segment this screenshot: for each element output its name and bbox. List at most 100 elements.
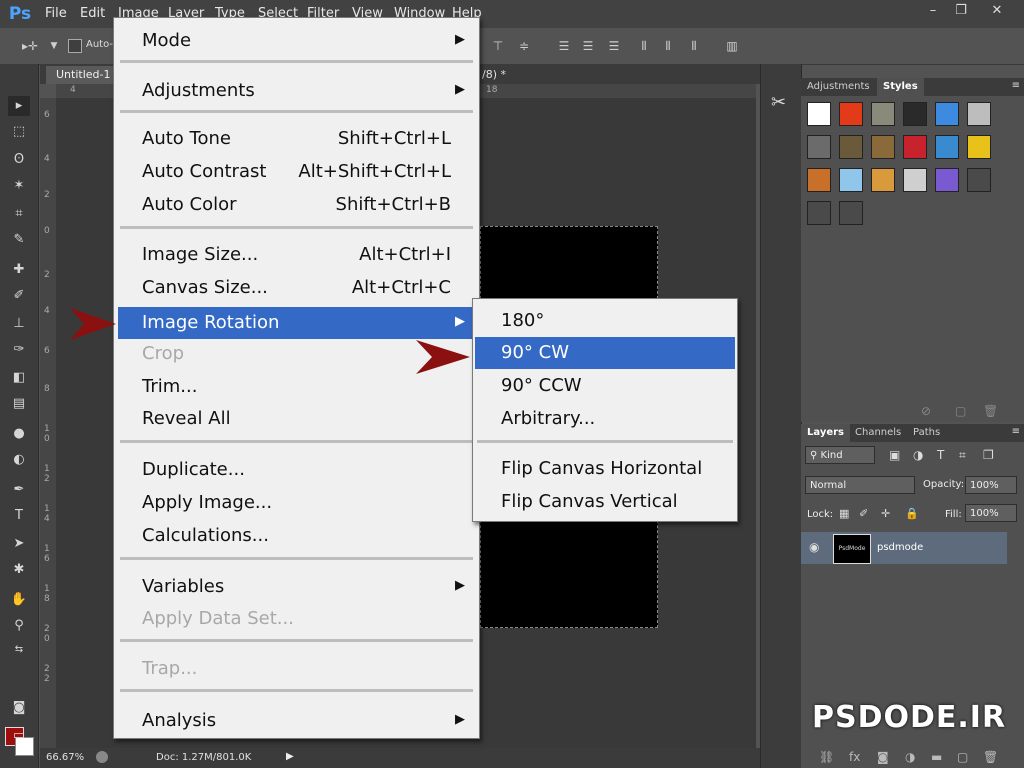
menu-item-duplicate[interactable]: Duplicate... — [118, 455, 475, 485]
shape-tool-icon[interactable]: ✱ — [8, 560, 30, 580]
fx-icon[interactable]: fx — [849, 750, 860, 764]
distribute-top-icon[interactable]: ☰ — [556, 38, 572, 54]
style-swatch[interactable] — [807, 135, 831, 159]
filter-type-icon[interactable]: T — [937, 448, 944, 462]
distribute-left-icon[interactable]: ⫴ — [636, 38, 652, 54]
eraser-tool-icon[interactable]: ◧ — [8, 368, 30, 388]
style-swatch[interactable] — [935, 135, 959, 159]
submenu-item-flip-vertical[interactable]: Flip Canvas Vertical — [475, 486, 735, 518]
close-button[interactable]: ✕ — [978, 2, 1016, 20]
eye-icon[interactable]: ◉ — [809, 540, 819, 554]
add-mask-icon[interactable]: ◙ — [877, 750, 889, 764]
tab-adjustments[interactable]: Adjustments — [801, 78, 876, 96]
dodge-tool-icon[interactable]: ◐ — [8, 450, 30, 470]
style-swatch[interactable] — [807, 201, 831, 225]
distribute-vcenter-icon[interactable]: ☰ — [580, 38, 596, 54]
align-vcenter-icon[interactable]: ≑ — [516, 38, 532, 54]
delete-layer-icon[interactable]: 🗑 — [983, 750, 998, 764]
menu-file[interactable]: File — [45, 6, 67, 21]
healing-brush-tool-icon[interactable]: ✚ — [8, 260, 30, 280]
style-swatch[interactable] — [871, 102, 895, 126]
magic-wand-tool-icon[interactable]: ✶ — [8, 176, 30, 196]
style-swatch[interactable] — [903, 102, 927, 126]
distribute-right-icon[interactable]: ⫴ — [686, 38, 702, 54]
style-swatch[interactable] — [935, 168, 959, 192]
menu-item-analysis[interactable]: Analysis ▶ — [118, 706, 475, 736]
menu-item-apply-image[interactable]: Apply Image... — [118, 488, 475, 518]
screen-mode-icon[interactable]: ▭ — [8, 726, 30, 746]
status-icon[interactable] — [96, 751, 108, 763]
swap-colors-icon[interactable]: ⇆ — [8, 640, 30, 660]
menu-item-auto-color[interactable]: Auto Color Shift+Ctrl+B — [118, 190, 475, 220]
tool-presets-icon[interactable]: ✂ — [771, 92, 786, 113]
quick-mask-icon[interactable]: ◙ — [8, 698, 30, 718]
blend-mode-select[interactable]: Normal — [805, 476, 915, 494]
tab-paths[interactable]: Paths — [907, 424, 946, 442]
fill-input[interactable]: 100% — [965, 504, 1017, 522]
panel-menu-icon[interactable]: ≡ — [1012, 426, 1020, 437]
style-swatch[interactable] — [903, 168, 927, 192]
submenu-item-90-cw[interactable]: 90° CW — [475, 337, 735, 369]
style-swatch[interactable] — [839, 102, 863, 126]
menu-item-canvas-size[interactable]: Canvas Size... Alt+Ctrl+C — [118, 273, 475, 303]
opacity-input[interactable]: 100% — [965, 476, 1017, 494]
style-swatch[interactable] — [807, 168, 831, 192]
style-swatch[interactable] — [839, 201, 863, 225]
type-tool-icon[interactable]: T — [8, 506, 30, 526]
layer-name[interactable]: psdmode — [877, 542, 923, 553]
menu-item-auto-tone[interactable]: Auto Tone Shift+Ctrl+L — [118, 124, 475, 154]
style-swatch[interactable] — [839, 135, 863, 159]
auto-select-checkbox[interactable] — [68, 39, 82, 53]
path-selection-tool-icon[interactable]: ➤ — [8, 534, 30, 554]
restore-button[interactable]: ❐ — [948, 2, 974, 20]
style-swatch[interactable] — [903, 135, 927, 159]
filter-smart-object-icon[interactable]: ❐ — [983, 448, 994, 462]
move-tool-icon[interactable]: ▸✛ — [22, 38, 38, 54]
delete-style-icon[interactable]: 🗑 — [983, 404, 998, 418]
style-swatch[interactable] — [935, 102, 959, 126]
adjustment-layer-icon[interactable]: ◑ — [905, 750, 915, 764]
crop-tool-icon[interactable]: ⌗ — [8, 204, 30, 224]
zoom-tool-icon[interactable]: ⚲ — [8, 616, 30, 636]
lock-transparency-icon[interactable]: ▦ — [839, 507, 849, 520]
gradient-tool-icon[interactable]: ▤ — [8, 394, 30, 414]
lasso-tool-icon[interactable]: ʘ — [8, 150, 30, 170]
style-swatch[interactable] — [871, 168, 895, 192]
layer-filter-select[interactable]: ⚲ Kind — [805, 446, 875, 464]
auto-align-icon[interactable]: ▥ — [724, 38, 740, 54]
minimize-button[interactable]: – — [920, 2, 946, 20]
lock-all-icon[interactable]: 🔒 — [905, 507, 919, 520]
tab-styles[interactable]: Styles — [877, 78, 924, 96]
new-style-icon[interactable]: ▢ — [955, 404, 966, 418]
new-group-icon[interactable]: ▬ — [931, 750, 942, 764]
lock-pixels-icon[interactable]: ✐ — [859, 507, 868, 520]
menu-edit[interactable]: Edit — [80, 6, 105, 21]
zoom-level[interactable]: 66.67% — [46, 752, 84, 763]
style-swatch[interactable] — [807, 102, 831, 126]
menu-item-trap[interactable]: Trap... — [118, 654, 475, 684]
submenu-item-flip-horizontal[interactable]: Flip Canvas Horizontal — [475, 453, 735, 485]
brush-tool-icon[interactable]: ✐ — [8, 286, 30, 306]
chevron-down-icon[interactable]: ▼ — [46, 38, 62, 54]
menu-item-mode[interactable]: Mode ▶ — [118, 26, 475, 56]
pen-tool-icon[interactable]: ✒ — [8, 480, 30, 500]
tab-layers[interactable]: Layers — [801, 424, 850, 442]
move-tool-icon[interactable]: ▸ — [8, 96, 30, 116]
menu-item-auto-contrast[interactable]: Auto Contrast Alt+Shift+Ctrl+L — [118, 157, 475, 187]
style-swatch[interactable] — [839, 168, 863, 192]
clear-style-icon[interactable]: ⊘ — [921, 404, 931, 418]
layer-row[interactable]: ◉ PsdMode psdmode — [801, 532, 1007, 564]
eyedropper-tool-icon[interactable]: ✎ — [8, 230, 30, 250]
filter-adjustment-icon[interactable]: ◑ — [913, 448, 923, 462]
menu-item-image-size[interactable]: Image Size... Alt+Ctrl+I — [118, 240, 475, 270]
menu-item-adjustments[interactable]: Adjustments ▶ — [118, 76, 475, 106]
style-swatch[interactable] — [871, 135, 895, 159]
distribute-bottom-icon[interactable]: ☰ — [606, 38, 622, 54]
menu-item-image-rotation[interactable]: Image Rotation ▶ — [118, 307, 475, 339]
menu-item-reveal-all[interactable]: Reveal All — [118, 404, 475, 434]
align-top-icon[interactable]: ⊤ — [490, 38, 506, 54]
clone-stamp-tool-icon[interactable]: ⊥ — [8, 314, 30, 334]
document-tab-title-fragment[interactable]: /8) * — [482, 66, 506, 84]
lock-position-icon[interactable]: ✛ — [881, 507, 890, 520]
panel-menu-icon[interactable]: ≡ — [1012, 80, 1020, 91]
